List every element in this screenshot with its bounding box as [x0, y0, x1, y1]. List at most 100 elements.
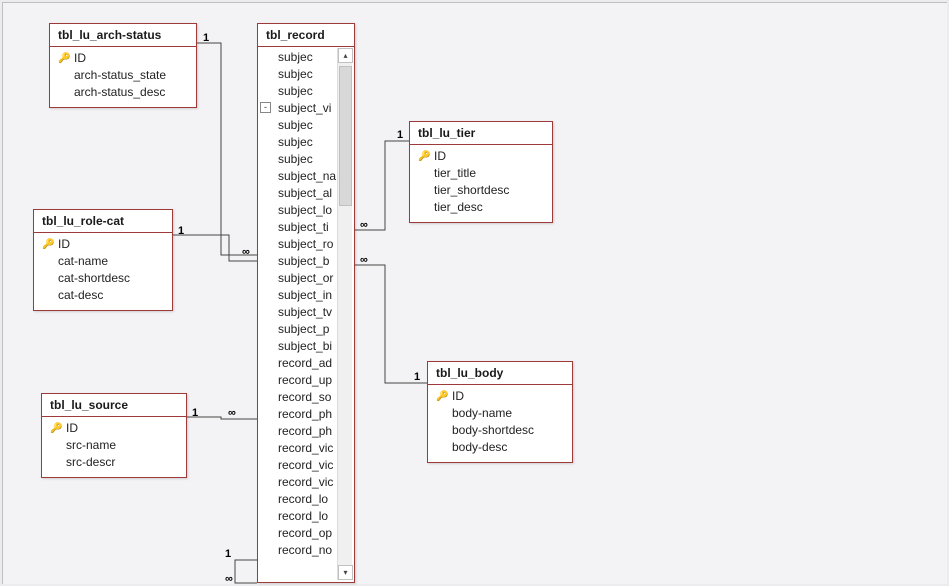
scroll-down-button[interactable]: ▾	[338, 565, 353, 580]
field-name: record_ph	[278, 407, 332, 422]
table-body: 🔑ID tier_title tier_shortdesc tier_desc	[410, 147, 552, 222]
table-field[interactable]: tier_title	[416, 165, 546, 182]
field-name: ID	[74, 51, 86, 66]
field-name: subject_ro	[278, 237, 333, 252]
field-name: subject_bi	[278, 339, 332, 354]
card-label: ∞	[360, 254, 368, 266]
table-body: 🔑ID cat-name cat-shortdesc cat-desc	[34, 235, 172, 310]
field-name: ID	[434, 149, 446, 164]
field-name: subject_lo	[278, 203, 332, 218]
field-name: tier_title	[434, 166, 476, 181]
relationship-canvas[interactable]: 1 ∞ 1 1 ∞ 1 ∞ ∞ 1 ∞ 1 tbl_lu_arch-status…	[2, 2, 947, 584]
scroll-up-button[interactable]: ▴	[338, 48, 353, 63]
field-name: src-descr	[66, 455, 115, 470]
table-field[interactable]: cat-shortdesc	[40, 270, 166, 287]
tree-expander-icon[interactable]: -	[260, 102, 271, 113]
vertical-scrollbar[interactable]: ▴ ▾	[337, 48, 352, 580]
field-name: ID	[452, 389, 464, 404]
field-name: subject_al	[278, 186, 332, 201]
table-field[interactable]: 🔑 ID	[434, 387, 566, 405]
table-title: tbl_lu_source	[42, 394, 186, 414]
table-field[interactable]: 🔑ID	[416, 147, 546, 165]
field-name: body-shortdesc	[452, 423, 534, 438]
card-label: 1	[414, 371, 420, 383]
table-title: tbl_record	[258, 24, 354, 44]
card-label: 1	[397, 129, 403, 141]
field-name: arch-status_desc	[74, 85, 165, 100]
field-name: tier_desc	[434, 200, 483, 215]
field-name: cat-shortdesc	[58, 271, 130, 286]
card-label: ∞	[360, 219, 368, 231]
table-field[interactable]: body-desc	[434, 439, 566, 456]
table-field[interactable]: arch-status_state	[56, 67, 190, 84]
table-body: 🔑ID src-name src-descr	[42, 419, 186, 477]
table-field[interactable]: 🔑ID	[48, 419, 180, 437]
table-tier[interactable]: tbl_lu_tier 🔑ID tier_title tier_shortdes…	[409, 121, 553, 223]
card-label: ∞	[228, 407, 236, 419]
table-field[interactable]: cat-desc	[40, 287, 166, 304]
table-source[interactable]: tbl_lu_source 🔑ID src-name src-descr	[41, 393, 187, 478]
field-name: subject_in	[278, 288, 332, 303]
field-name: subjec	[278, 118, 313, 133]
table-field[interactable]: 🔑ID	[40, 235, 166, 253]
table-title: tbl_lu_tier	[410, 122, 552, 142]
field-name: record_lo	[278, 492, 328, 507]
field-name: subject_p	[278, 322, 329, 337]
table-field[interactable]: body-name	[434, 405, 566, 422]
title-divider	[428, 384, 572, 385]
table-title: tbl_lu_role-cat	[34, 210, 172, 230]
card-label: ∞	[225, 573, 233, 585]
field-name: subjec	[278, 67, 313, 82]
table-field[interactable]: cat-name	[40, 253, 166, 270]
field-name: arch-status_state	[74, 68, 166, 83]
table-record[interactable]: tbl_record subjecsubjecsubjec-subject_vi…	[257, 23, 355, 583]
field-name: cat-desc	[58, 288, 103, 303]
table-body: 🔑 ID body-name body-shortdesc body-desc	[428, 387, 572, 462]
field-name: record_up	[278, 373, 332, 388]
field-name: record_vic	[278, 475, 333, 490]
table-field[interactable]: arch-status_desc	[56, 84, 190, 101]
pk-icon: 🔑	[42, 239, 54, 250]
table-field[interactable]: 🔑 ID	[56, 49, 190, 67]
table-arch-status[interactable]: tbl_lu_arch-status 🔑 ID arch-status_state…	[49, 23, 197, 108]
title-divider	[42, 416, 186, 417]
card-label: 1	[192, 407, 198, 419]
table-field[interactable]: tier_shortdesc	[416, 182, 546, 199]
card-label: 1	[178, 225, 184, 237]
scrollbar-thumb[interactable]	[339, 66, 352, 206]
card-label: 1	[225, 548, 231, 560]
field-name: subjec	[278, 84, 313, 99]
field-name: record_lo	[278, 509, 328, 524]
pk-icon: 🔑	[58, 53, 70, 64]
title-divider	[410, 144, 552, 145]
field-name: subjec	[278, 152, 313, 167]
title-divider	[50, 46, 196, 47]
table-field[interactable]: src-name	[48, 437, 180, 454]
field-name: record_vic	[278, 458, 333, 473]
field-name: record_ad	[278, 356, 332, 371]
field-name: subject_na	[278, 169, 336, 184]
field-name: cat-name	[58, 254, 108, 269]
field-name: subjec	[278, 50, 313, 65]
pk-icon: 🔑	[436, 391, 448, 402]
field-name: tier_shortdesc	[434, 183, 509, 198]
field-name: record_ph	[278, 424, 332, 439]
table-title: tbl_lu_body	[428, 362, 572, 382]
table-body: 🔑 ID arch-status_state arch-status_desc	[50, 49, 196, 107]
field-name: ID	[66, 421, 78, 436]
field-name: src-name	[66, 438, 116, 453]
table-field[interactable]: tier_desc	[416, 199, 546, 216]
card-label: ∞	[242, 246, 250, 258]
field-name: record_no	[278, 543, 332, 558]
table-field[interactable]: src-descr	[48, 454, 180, 471]
table-role-cat[interactable]: tbl_lu_role-cat 🔑ID cat-name cat-shortde…	[33, 209, 173, 311]
field-name: subject_vi	[278, 101, 331, 116]
field-name: body-name	[452, 406, 512, 421]
field-name: subjec	[278, 135, 313, 150]
field-name: body-desc	[452, 440, 507, 455]
title-divider	[258, 46, 354, 47]
table-field[interactable]: body-shortdesc	[434, 422, 566, 439]
table-title: tbl_lu_arch-status	[50, 24, 196, 44]
table-body-lu[interactable]: tbl_lu_body 🔑 ID body-name body-shortdesc…	[427, 361, 573, 463]
card-label: 1	[203, 32, 209, 44]
